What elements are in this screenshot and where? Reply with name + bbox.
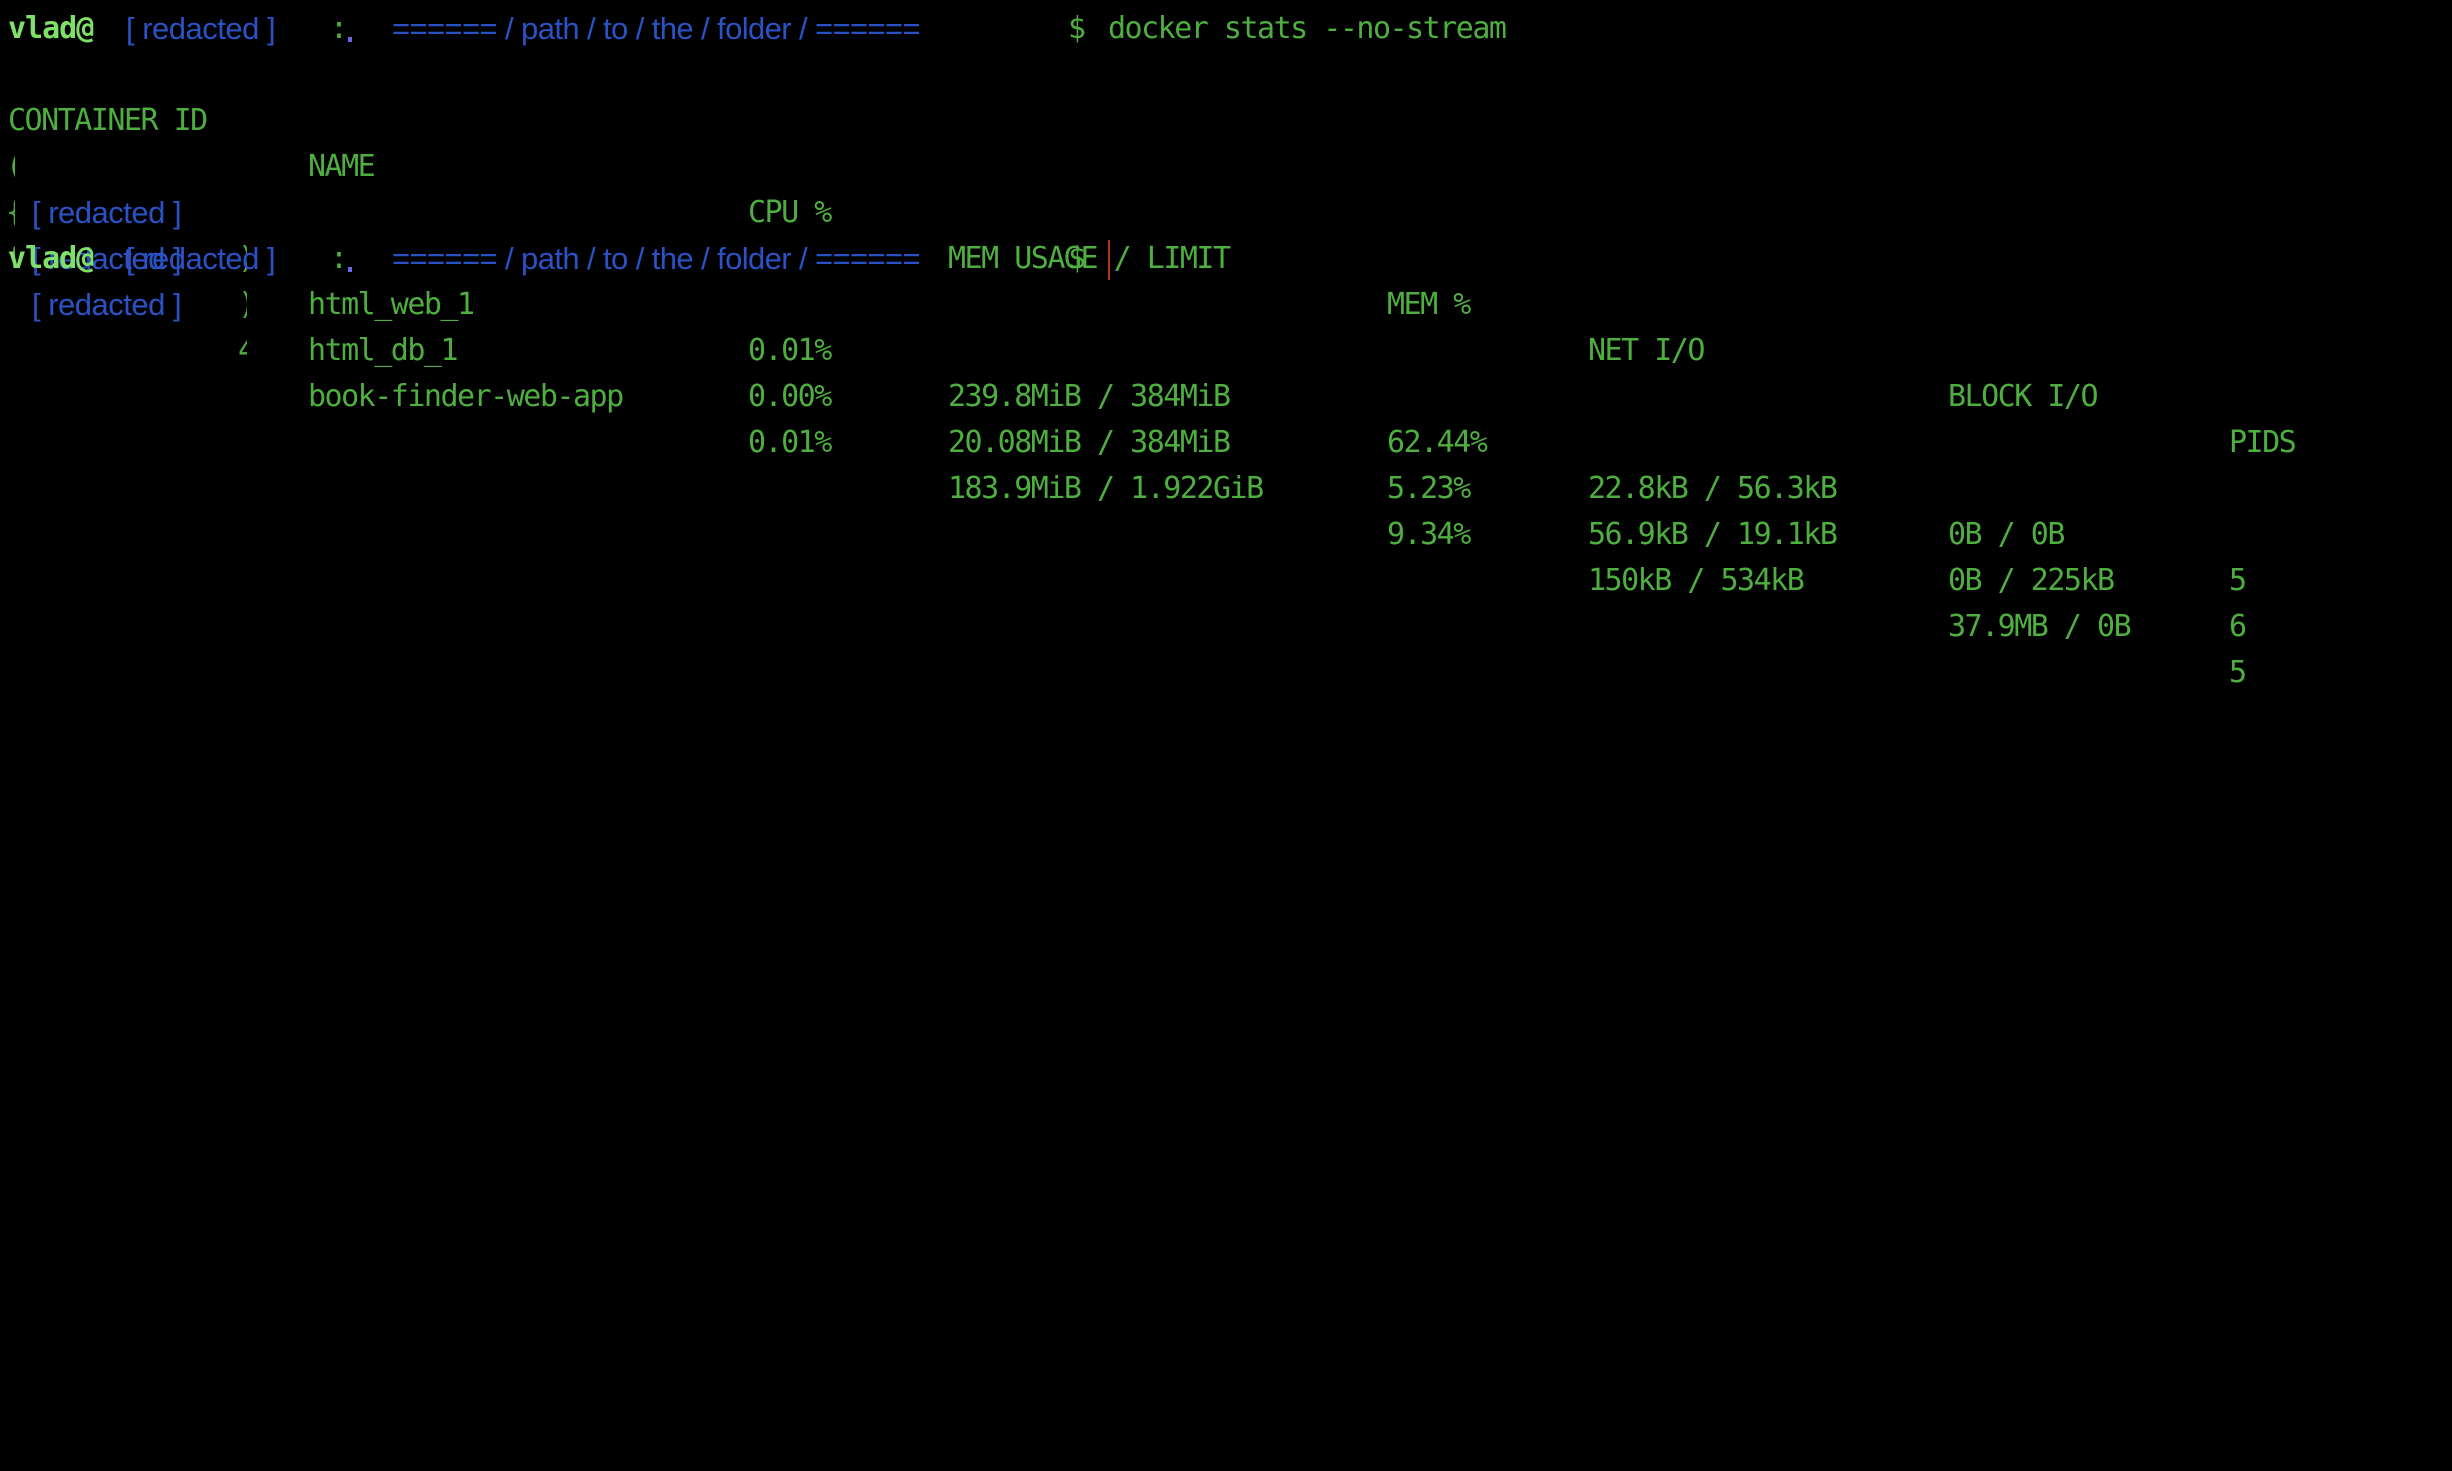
id-fragment-suffix: 4: [238, 328, 247, 374]
block-io: 0B / 0B: [1948, 517, 2065, 552]
prompt-symbol: $: [1068, 241, 1087, 276]
prompt-line-command: vlad@ [ redacted ] : ====== / path / to …: [0, 6, 2452, 52]
cpu-pct: 0.00%: [748, 379, 832, 414]
pids: 5: [2229, 655, 2247, 690]
mem-pct: 62.44%: [1387, 425, 1488, 460]
container-name: html_web_1: [308, 287, 475, 322]
redaction-artifact: [348, 37, 352, 42]
prompt-path-redacted: ====== / path / to / the / folder / ====…: [392, 11, 921, 46]
cpu-pct: 0.01%: [748, 425, 832, 460]
prompt-line-current[interactable]: vlad@ [ redacted ] : ====== / path / to …: [0, 236, 2452, 282]
prompt-symbol: $: [1068, 11, 1087, 46]
mem-usage: 20.08MiB / 384MiB: [948, 425, 1231, 460]
container-name: book-finder-web-app: [308, 379, 624, 414]
mem-usage: 239.8MiB / 384MiB: [948, 379, 1231, 414]
net-io: 22.8kB / 56.3kB: [1588, 471, 1838, 506]
prompt-user: vlad@: [8, 241, 94, 276]
mem-pct: 5.23%: [1387, 471, 1471, 506]
net-io: 150kB / 534kB: [1588, 563, 1805, 598]
terminal-window[interactable]: vlad@ [ redacted ] : ====== / path / to …: [0, 0, 2452, 1471]
cpu-pct: 0.01%: [748, 333, 832, 368]
table-row: ( [ redacted ] ) html_web_1 0.01% 239.8M…: [0, 98, 2452, 598]
header-net-io: NET I/O: [1588, 333, 1705, 368]
block-io: 0B / 225kB: [1948, 563, 2115, 598]
header-block-io: BLOCK I/O: [1948, 379, 2099, 414]
table-header: CONTAINER ID NAME CPU % MEM USAGE / LIMI…: [0, 52, 2452, 460]
prompt-host-redacted: [ redacted ]: [126, 11, 276, 46]
pids: 6: [2229, 609, 2247, 644]
prompt-separator: :: [330, 11, 349, 46]
mem-usage: 183.9MiB / 1.922GiB: [948, 471, 1264, 506]
pids: 5: [2229, 563, 2247, 598]
prompt-host-redacted: [ redacted ]: [126, 241, 276, 276]
prompt-separator: :: [330, 241, 349, 276]
prompt-user: vlad@: [8, 11, 94, 46]
container-name: html_db_1: [308, 333, 459, 368]
text-cursor: [1108, 240, 1110, 280]
net-io: 56.9kB / 19.1kB: [1588, 517, 1838, 552]
header-pids: PIDS: [2229, 425, 2297, 460]
redaction-artifact: [348, 267, 352, 272]
table-row: { [ redacted ] ) html_db_1 0.00% 20.08Mi…: [0, 144, 2452, 644]
prompt-path-redacted: ====== / path / to / the / folder / ====…: [392, 241, 921, 276]
header-mem-pct: MEM %: [1387, 287, 1471, 322]
block-io: 37.9MB / 0B: [1948, 609, 2132, 644]
table-row: f [ redacted ] 4 book-finder-web-app 0.0…: [0, 190, 2452, 690]
mem-pct: 9.34%: [1387, 517, 1471, 552]
id-fragment-suffix: ): [238, 282, 247, 328]
command-text: docker stats --no-stream: [1108, 11, 1507, 46]
